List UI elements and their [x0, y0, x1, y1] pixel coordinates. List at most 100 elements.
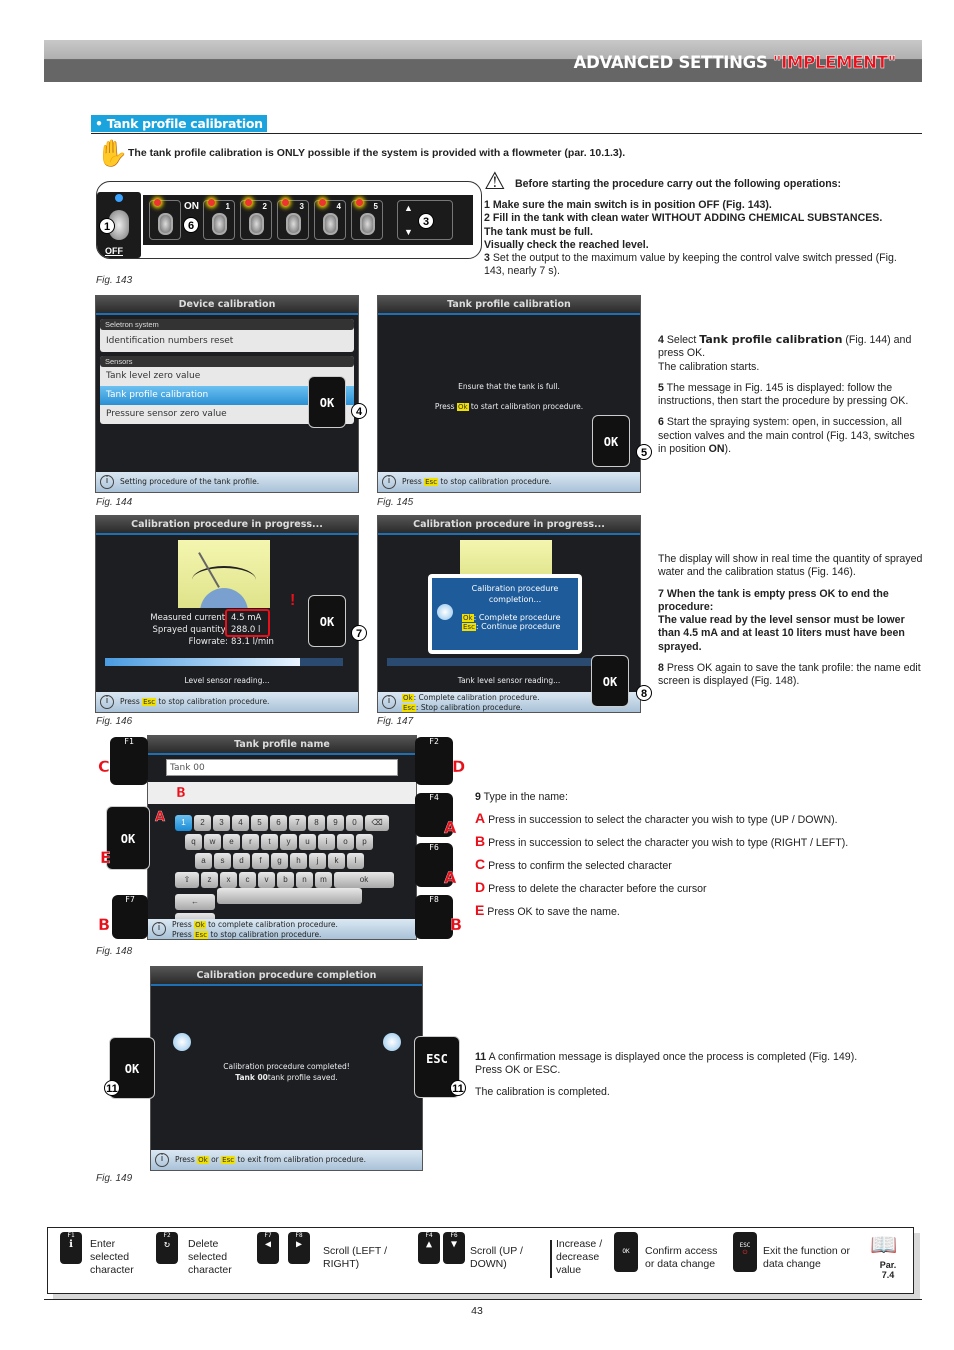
- key-e[interactable]: e: [223, 834, 240, 850]
- key-l[interactable]: l: [347, 853, 364, 869]
- callout-4: 4: [351, 403, 367, 419]
- info-icon: i: [152, 922, 166, 936]
- legend-scroll-ud: Scroll (UP / DOWN): [470, 1245, 523, 1270]
- key-5[interactable]: 5: [251, 815, 268, 831]
- screen-footer: i Press Ok to complete calibration proced…: [148, 919, 416, 939]
- f8-key[interactable]: F8: [415, 895, 453, 939]
- key-a[interactable]: a: [195, 853, 212, 869]
- key-4[interactable]: 4: [232, 815, 249, 831]
- callout-e: E: [100, 848, 111, 867]
- screen-title: Calibration procedure in progress...: [96, 516, 358, 535]
- figure-caption: Fig. 149: [96, 1173, 133, 1184]
- ok-key-icon: OK: [614, 1232, 638, 1272]
- calibration-complete-screen: Calibration procedure completion Calibra…: [150, 966, 423, 1171]
- key-o[interactable]: o: [337, 834, 354, 850]
- status-text: Level sensor reading...: [184, 676, 270, 685]
- f6-key-icon: F6 ▼: [443, 1232, 465, 1264]
- info-icon: i: [100, 695, 114, 709]
- key-n[interactable]: n: [296, 872, 313, 888]
- key-2[interactable]: 2: [194, 815, 211, 831]
- callout-5: 5: [636, 444, 652, 460]
- info-icon: i: [382, 475, 396, 489]
- warning-steps: 1 Make sure the main switch is in positi…: [484, 199, 897, 278]
- key-j[interactable]: j: [309, 853, 326, 869]
- key-←[interactable]: ←: [175, 894, 215, 910]
- completion-message: Calibration procedure completed! Tank 00…: [223, 1062, 350, 1082]
- key-k[interactable]: k: [328, 853, 345, 869]
- figure-caption: Fig. 147: [377, 716, 414, 727]
- key-g[interactable]: g: [271, 853, 288, 869]
- keyboard-row: 1 2 3 4 5 6 7 8 9 0 ⌫: [174, 812, 404, 831]
- main-switch: 1 OFF: [97, 192, 141, 258]
- section-switch-5: 5: [351, 199, 383, 240]
- callout-b: B: [450, 915, 463, 934]
- figure-caption: Fig. 144: [96, 497, 133, 508]
- key-f[interactable]: f: [252, 853, 269, 869]
- key-w[interactable]: w: [204, 834, 221, 850]
- key-ok[interactable]: ok: [334, 872, 394, 888]
- ok-key[interactable]: OK: [591, 655, 629, 707]
- f2-key[interactable]: F2: [415, 737, 453, 785]
- key-9[interactable]: 9: [327, 815, 344, 831]
- key-v[interactable]: v: [258, 872, 275, 888]
- key-y[interactable]: y: [280, 834, 297, 850]
- profile-name-input[interactable]: [166, 759, 398, 776]
- callout-11: 11: [450, 1080, 466, 1096]
- ok-key[interactable]: OK: [106, 806, 150, 870]
- instruction-line: Press Ok to start calibration procedure.: [434, 402, 584, 411]
- key-⇧[interactable]: ⇧: [175, 872, 199, 888]
- menu-item-id-reset[interactable]: Identification numbers reset: [100, 330, 354, 352]
- instruction-line: Ensure that the tank is full.: [458, 382, 560, 391]
- figure-caption: Fig. 143: [96, 275, 133, 286]
- key-c[interactable]: c: [239, 872, 256, 888]
- key-x[interactable]: x: [220, 872, 237, 888]
- key-z[interactable]: z: [201, 872, 218, 888]
- f7-key-icon: F7 ◀: [257, 1232, 279, 1264]
- switch-panel-figure: 1 OFF ON 6 1 2 3 4 5 ▲ ▼ 3: [96, 181, 482, 259]
- key-p[interactable]: p: [356, 834, 373, 850]
- key-d[interactable]: d: [233, 853, 250, 869]
- ok-key[interactable]: OK: [592, 415, 630, 467]
- key-m[interactable]: m: [315, 872, 332, 888]
- key-r[interactable]: r: [242, 834, 259, 850]
- key-q[interactable]: q: [185, 834, 202, 850]
- reading-labels: Measured current: Sprayed quantity: Flowra…: [150, 613, 228, 647]
- f2-key-icon: F2 ↻: [156, 1232, 178, 1264]
- legend-scroll-lr: Scroll (LEFT / RIGHT): [323, 1245, 387, 1270]
- key-⌫[interactable]: ⌫: [365, 815, 389, 831]
- esc-key-icon: ESC ⏻: [733, 1232, 757, 1272]
- key-h[interactable]: h: [290, 853, 307, 869]
- key-u[interactable]: u: [299, 834, 316, 850]
- legend-enter: Enter selected character: [90, 1238, 134, 1276]
- key-1[interactable]: 1: [175, 815, 192, 831]
- key-0[interactable]: 0: [346, 815, 363, 831]
- key-3[interactable]: 3: [213, 815, 230, 831]
- steps-7-8: The display will show in real time the q…: [658, 553, 923, 688]
- key-t[interactable]: t: [261, 834, 278, 850]
- vertical-arrow-a: A: [155, 810, 166, 825]
- ok-key[interactable]: OK: [308, 595, 346, 647]
- ok-key[interactable]: OK: [308, 376, 346, 428]
- info-icon: i: [155, 1153, 169, 1167]
- warning-intro: Before starting the procedure carry out …: [515, 178, 842, 190]
- key-7[interactable]: 7: [289, 815, 306, 831]
- warning-triangle-icon: ⚠: [484, 168, 506, 195]
- switch-bar: ON 6 1 2 3 4 5 ▲ ▼ 3: [143, 195, 473, 245]
- group-header: Seletron system: [100, 319, 354, 330]
- control-valve-switch: ▲ ▼ 3: [397, 200, 453, 240]
- key-s[interactable]: s: [214, 853, 231, 869]
- manual-book-icon: 📖: [870, 1232, 898, 1257]
- step-9: 9 Type in the name: A Press in successio…: [475, 791, 849, 918]
- key-b[interactable]: b: [277, 872, 294, 888]
- f7-key[interactable]: F7: [112, 895, 148, 939]
- key-i[interactable]: i: [318, 834, 335, 850]
- figure-caption: Fig. 146: [96, 716, 133, 727]
- page-header: ADVANCED SETTINGS "IMPLEMENT": [44, 40, 922, 82]
- level-progress-bar: [105, 658, 343, 666]
- key-8[interactable]: 8: [308, 815, 325, 831]
- flowrate-value: 83.1 l/min: [231, 637, 274, 647]
- key-6[interactable]: 6: [270, 815, 287, 831]
- key-space[interactable]: [217, 888, 362, 904]
- section-title: • Tank profile calibration: [91, 115, 267, 132]
- f1-key[interactable]: F1: [110, 737, 148, 785]
